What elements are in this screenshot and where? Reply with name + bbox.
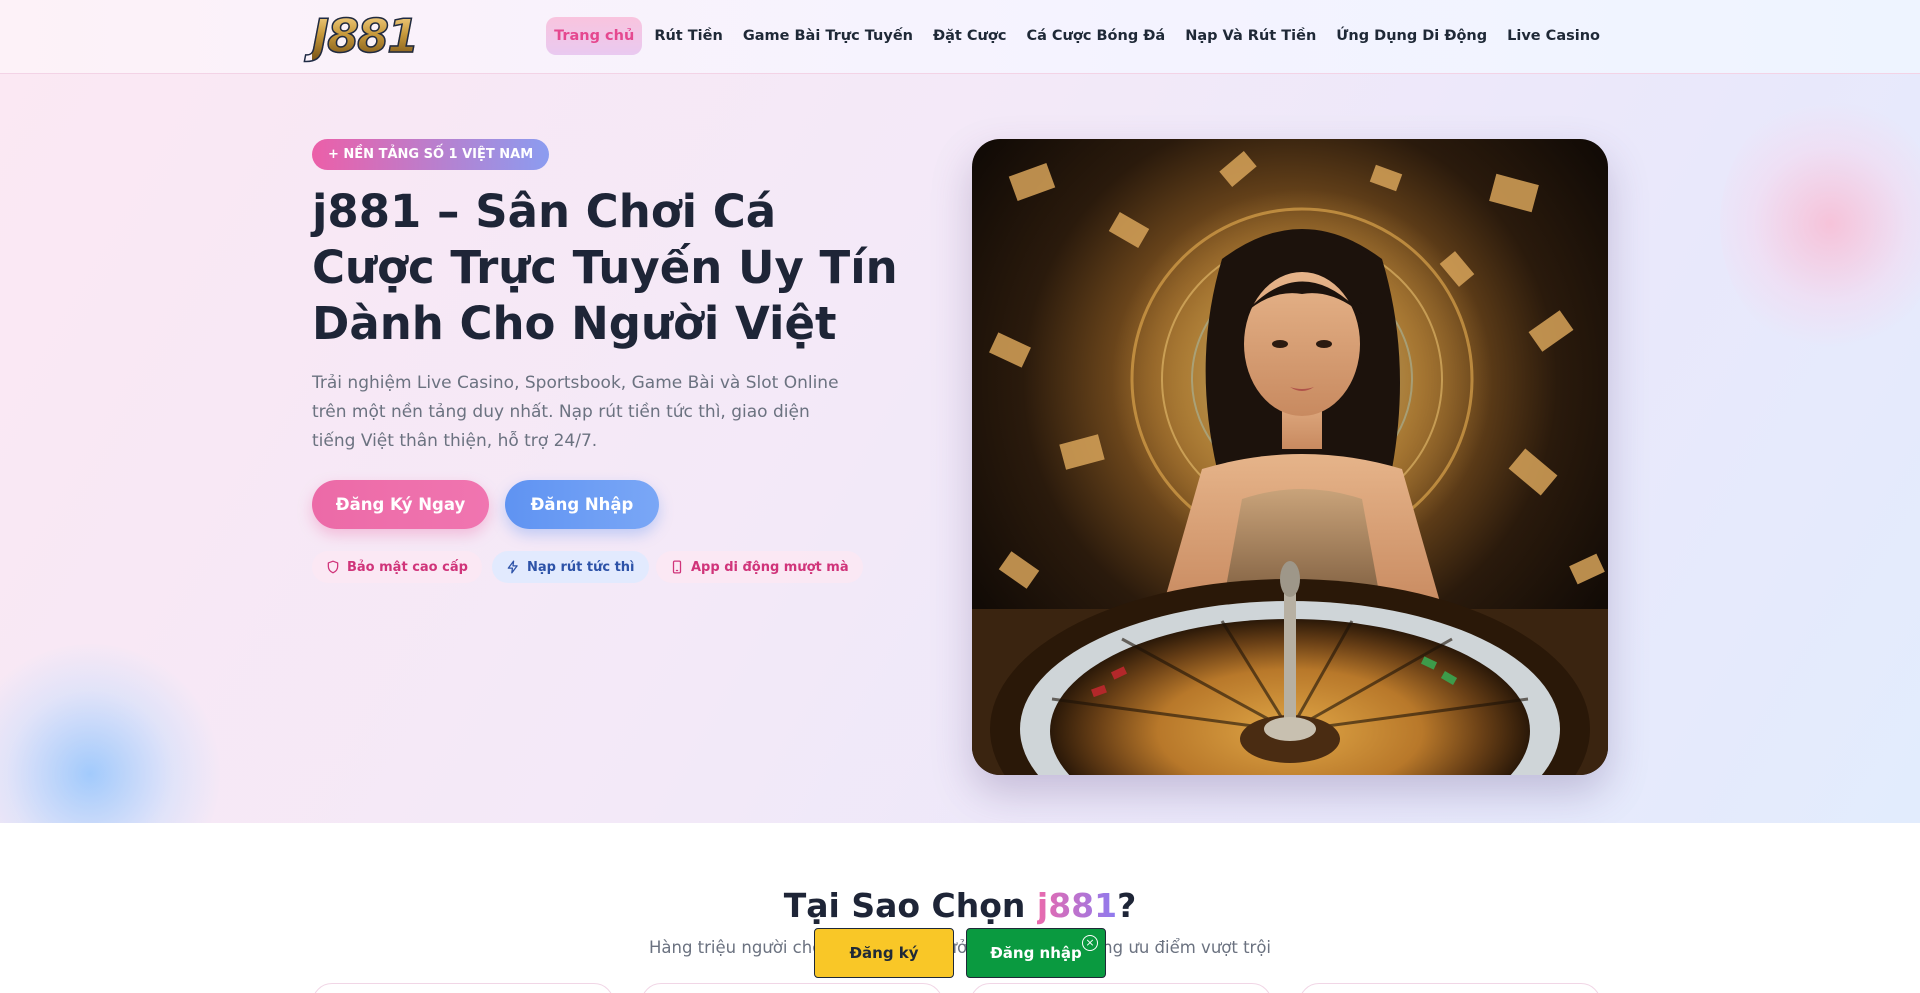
hero-description: Trải nghiệm Live Casino, Sportsbook, Gam… (312, 373, 839, 451)
lightning-icon (507, 560, 518, 574)
shield-icon (327, 560, 339, 574)
close-icon[interactable]: × (1082, 935, 1098, 951)
why-section-title: Tại Sao Chọn j881? (0, 884, 1920, 928)
hero-badge: + NỀN TẢNG SỐ 1 VIỆT NAM (312, 139, 550, 170)
nav-item-rut-tien[interactable]: Rút Tiền (646, 17, 731, 55)
login-button[interactable]: Đăng Nhập (505, 480, 659, 529)
main-nav: Trang chủ Rút Tiền Game Bài Trực Tuyến Đ… (546, 16, 1608, 56)
hero-section: + NỀN TẢNG SỐ 1 VIỆT NAM j881 – Sân Chơi… (0, 74, 1920, 823)
feature-card (1299, 983, 1601, 993)
feature-card (641, 983, 943, 993)
nav-item-live-casino[interactable]: Live Casino (1499, 17, 1608, 55)
why-title-suffix: ? (1117, 886, 1137, 925)
floating-register-button[interactable]: Đăng ký (814, 928, 954, 978)
feature-label: Bảo mật cao cấp (347, 559, 468, 575)
register-now-button[interactable]: Đăng Ký Ngay (312, 480, 489, 529)
feature-mobile-app: App di động mượt mà (656, 551, 863, 583)
nav-item-ung-dung[interactable]: Ứng Dụng Di Động (1328, 17, 1495, 55)
feature-label: Nạp rút tức thì (527, 559, 635, 575)
why-title-prefix: Tại Sao Chọn (783, 886, 1037, 925)
logo-text: J881 (311, 9, 420, 63)
phone-icon (672, 560, 682, 574)
hero-image (972, 139, 1608, 775)
nav-item-game-bai[interactable]: Game Bài Trực Tuyến (735, 17, 921, 55)
nav-item-bong-da[interactable]: Cá Cược Bóng Đá (1018, 17, 1173, 55)
logo[interactable]: J881 (311, 9, 420, 63)
site-header: J881 Trang chủ Rút Tiền Game Bài Trực Tu… (0, 0, 1920, 74)
feature-security: Bảo mật cao cấp (312, 551, 482, 583)
nav-item-dat-cuoc[interactable]: Đặt Cược (925, 17, 1014, 55)
hero-title: j881 – Sân Chơi Cá Cược Trực Tuyến Uy Tí… (312, 185, 898, 350)
why-section-subtitle: Hàng triệu người chơi Việt Nam tin tưởng… (648, 938, 1272, 957)
nav-item-nap-rut[interactable]: Nạp Và Rút Tiền (1177, 17, 1324, 55)
feature-card (312, 983, 614, 993)
feature-card (970, 983, 1272, 993)
nav-item-trang-chu[interactable]: Trang chủ (546, 17, 643, 55)
decorative-blob (0, 644, 220, 823)
why-title-accent: j881 (1036, 886, 1118, 925)
decorative-blob (1720, 94, 1920, 354)
feature-label: App di động mượt mà (691, 559, 849, 575)
feature-instant-deposit: Nạp rút tức thì (492, 551, 649, 583)
